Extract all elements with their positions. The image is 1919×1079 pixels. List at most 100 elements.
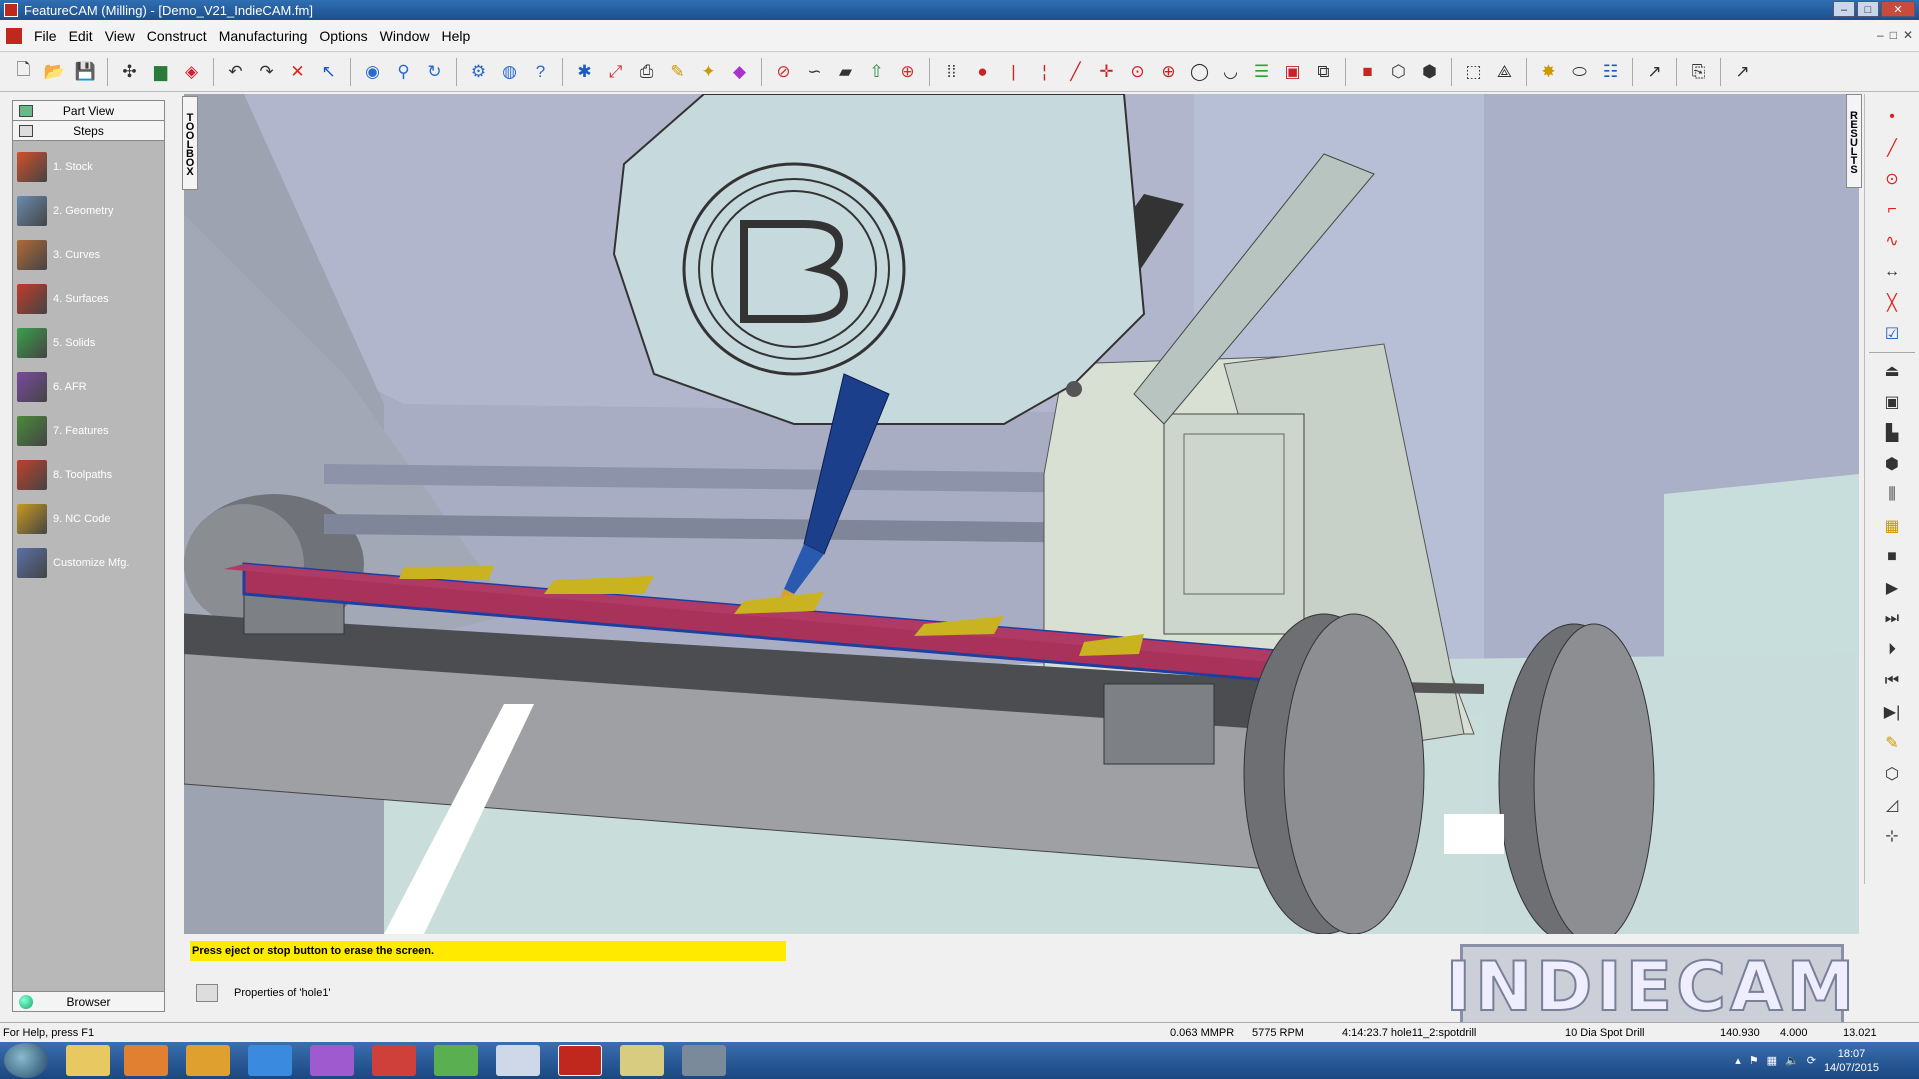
compare-icon[interactable]: ◿ (1879, 792, 1905, 818)
zoom-icon[interactable]: ◉ (359, 58, 386, 85)
menu-manufacturing[interactable]: Manufacturing (213, 28, 314, 44)
outlook-icon[interactable] (186, 1045, 230, 1076)
menu-edit[interactable]: Edit (63, 28, 99, 44)
machine-icon[interactable]: ✸ (1535, 58, 1562, 85)
step-item[interactable]: 2. Geometry (13, 189, 164, 233)
menu-help[interactable]: Help (435, 28, 476, 44)
doc-minimize-button[interactable]: – (1877, 28, 1884, 42)
grid-icon[interactable]: ⁞⁞ (938, 58, 965, 85)
gouge-check-icon[interactable]: ⬡ (1879, 761, 1905, 787)
menu-construct[interactable]: Construct (141, 28, 213, 44)
fast-forward-icon[interactable]: ⏭ (1879, 606, 1905, 632)
cube-iso-icon[interactable]: ⟁ (1491, 58, 1518, 85)
axis-icon[interactable]: ✣ (116, 58, 143, 85)
close-button[interactable]: ✕ (1881, 1, 1915, 17)
trim-icon[interactable]: ╳ (1879, 290, 1905, 316)
featurecam-taskbar-icon[interactable] (558, 1045, 602, 1076)
circle-icon[interactable]: ◯ (1186, 58, 1213, 85)
step-item[interactable]: 7. Features (13, 409, 164, 453)
menu-options[interactable]: Options (313, 28, 373, 44)
steps-tab[interactable]: Steps (13, 121, 164, 141)
shapes-icon[interactable]: ◆ (726, 58, 753, 85)
doc-restore-button[interactable]: □ (1890, 28, 1897, 42)
layers-icon[interactable]: ☰ (1248, 58, 1275, 85)
maximize-button[interactable]: □ (1857, 1, 1879, 17)
step-item[interactable]: 5. Solids (13, 321, 164, 365)
minimize-button[interactable]: – (1833, 1, 1855, 17)
step-forward-icon[interactable]: ⏵ (1879, 637, 1905, 663)
delete-icon[interactable]: ✕ (284, 58, 311, 85)
block-icon[interactable]: ▰ (832, 58, 859, 85)
tool-icon[interactable]: ✎ (1879, 730, 1905, 756)
mesh-icon[interactable]: ⬢ (1416, 58, 1443, 85)
single-step-icon[interactable]: ▶| (1879, 699, 1905, 725)
circle-icon[interactable]: ⊙ (1879, 166, 1905, 192)
save-icon[interactable]: 💾 (72, 58, 99, 85)
folder-icon[interactable] (620, 1045, 664, 1076)
flip-icon[interactable]: ⎘ (1685, 58, 1712, 85)
taskbar-clock[interactable]: 18:07 14/07/2015 (1824, 1047, 1879, 1075)
3d-viewport[interactable] (184, 94, 1859, 934)
point-icon[interactable]: ● (969, 58, 996, 85)
volume-icon[interactable]: 🔈 (1785, 1054, 1799, 1067)
globe-icon[interactable]: ◍ (496, 58, 523, 85)
arrow-up-icon[interactable]: ⇧ (863, 58, 890, 85)
print-icon[interactable]: ⎙ (633, 58, 660, 85)
eject-icon[interactable]: ⏏ (1879, 358, 1905, 384)
slider-icon[interactable]: ⊹ (1879, 823, 1905, 849)
part-view-icon[interactable]: ▙ (1879, 420, 1905, 446)
step-item[interactable]: 1. Stock (13, 145, 164, 189)
line-icon[interactable]: ╱ (1879, 135, 1905, 161)
explorer-icon[interactable] (66, 1045, 110, 1076)
align-icon[interactable]: ☷ (1597, 58, 1624, 85)
arc-icon[interactable]: ◡ (1217, 58, 1244, 85)
notepad-icon[interactable] (434, 1045, 478, 1076)
part-view-tab[interactable]: Part View (13, 101, 164, 121)
stock-view-icon[interactable]: ▣ (1879, 389, 1905, 415)
menu-view[interactable]: View (99, 28, 141, 44)
browser-tab[interactable]: Browser (13, 991, 164, 1011)
rotate-icon[interactable]: ↻ (421, 58, 448, 85)
redo-icon[interactable]: ↷ (253, 58, 280, 85)
check-icon[interactable]: ☑ (1879, 321, 1905, 347)
menu-window[interactable]: Window (374, 28, 436, 44)
display-icon[interactable]: ▆ (147, 58, 174, 85)
eraser-icon[interactable]: ◈ (178, 58, 205, 85)
step-item[interactable]: Customize Mfg. (13, 541, 164, 585)
document-icon[interactable] (6, 27, 22, 44)
step-item[interactable]: 8. Toolpaths (13, 453, 164, 497)
flag-icon[interactable]: ⚑ (1749, 1054, 1759, 1067)
properties-line[interactable]: Properties of 'hole1' (196, 978, 331, 1008)
measure-icon[interactable]: ⤢ (602, 58, 629, 85)
line-icon[interactable]: ╱ (1062, 58, 1089, 85)
step-item[interactable]: 4. Surfaces (13, 277, 164, 321)
frame-icon[interactable]: ▣ (1279, 58, 1306, 85)
circle-point-icon[interactable]: ⊙ (1124, 58, 1151, 85)
network-icon[interactable]: ▦ (1767, 1054, 1777, 1067)
play-icon[interactable]: ▶ (1879, 575, 1905, 601)
spline-icon[interactable]: ∿ (1879, 228, 1905, 254)
open-folder-icon[interactable]: 📂 (41, 58, 68, 85)
target-icon[interactable]: ⊕ (1155, 58, 1182, 85)
tool-app-icon[interactable] (682, 1045, 726, 1076)
wizard-icon[interactable]: ✦ (695, 58, 722, 85)
show-hidden-icon[interactable]: ▴ (1735, 1054, 1741, 1067)
stop-icon[interactable]: ■ (1879, 544, 1905, 570)
step-item[interactable]: 6. AFR (13, 365, 164, 409)
select-pointer-icon[interactable]: ↖ (315, 58, 342, 85)
whats-this-icon[interactable]: ↗ (1729, 58, 1756, 85)
feature-icon[interactable]: ⊘ (770, 58, 797, 85)
toolpath-icon[interactable]: ⫼ (1879, 482, 1905, 508)
cube-icon[interactable]: ⬚ (1460, 58, 1487, 85)
cross-icon[interactable]: ✛ (1093, 58, 1120, 85)
results-tab[interactable]: RESULTS (1846, 94, 1862, 188)
snap-icon[interactable]: ✱ (571, 58, 598, 85)
paint-icon[interactable] (310, 1045, 354, 1076)
menu-file[interactable]: File (28, 28, 63, 44)
wireframe-icon[interactable]: ⬡ (1385, 58, 1412, 85)
hidden-icon[interactable]: ⬭ (1566, 58, 1593, 85)
step-back-icon[interactable]: ⏮ (1879, 668, 1905, 694)
solid-icon[interactable]: ⬢ (1879, 451, 1905, 477)
itunes-icon[interactable] (496, 1045, 540, 1076)
dimension-icon[interactable]: ↔ (1879, 259, 1905, 285)
